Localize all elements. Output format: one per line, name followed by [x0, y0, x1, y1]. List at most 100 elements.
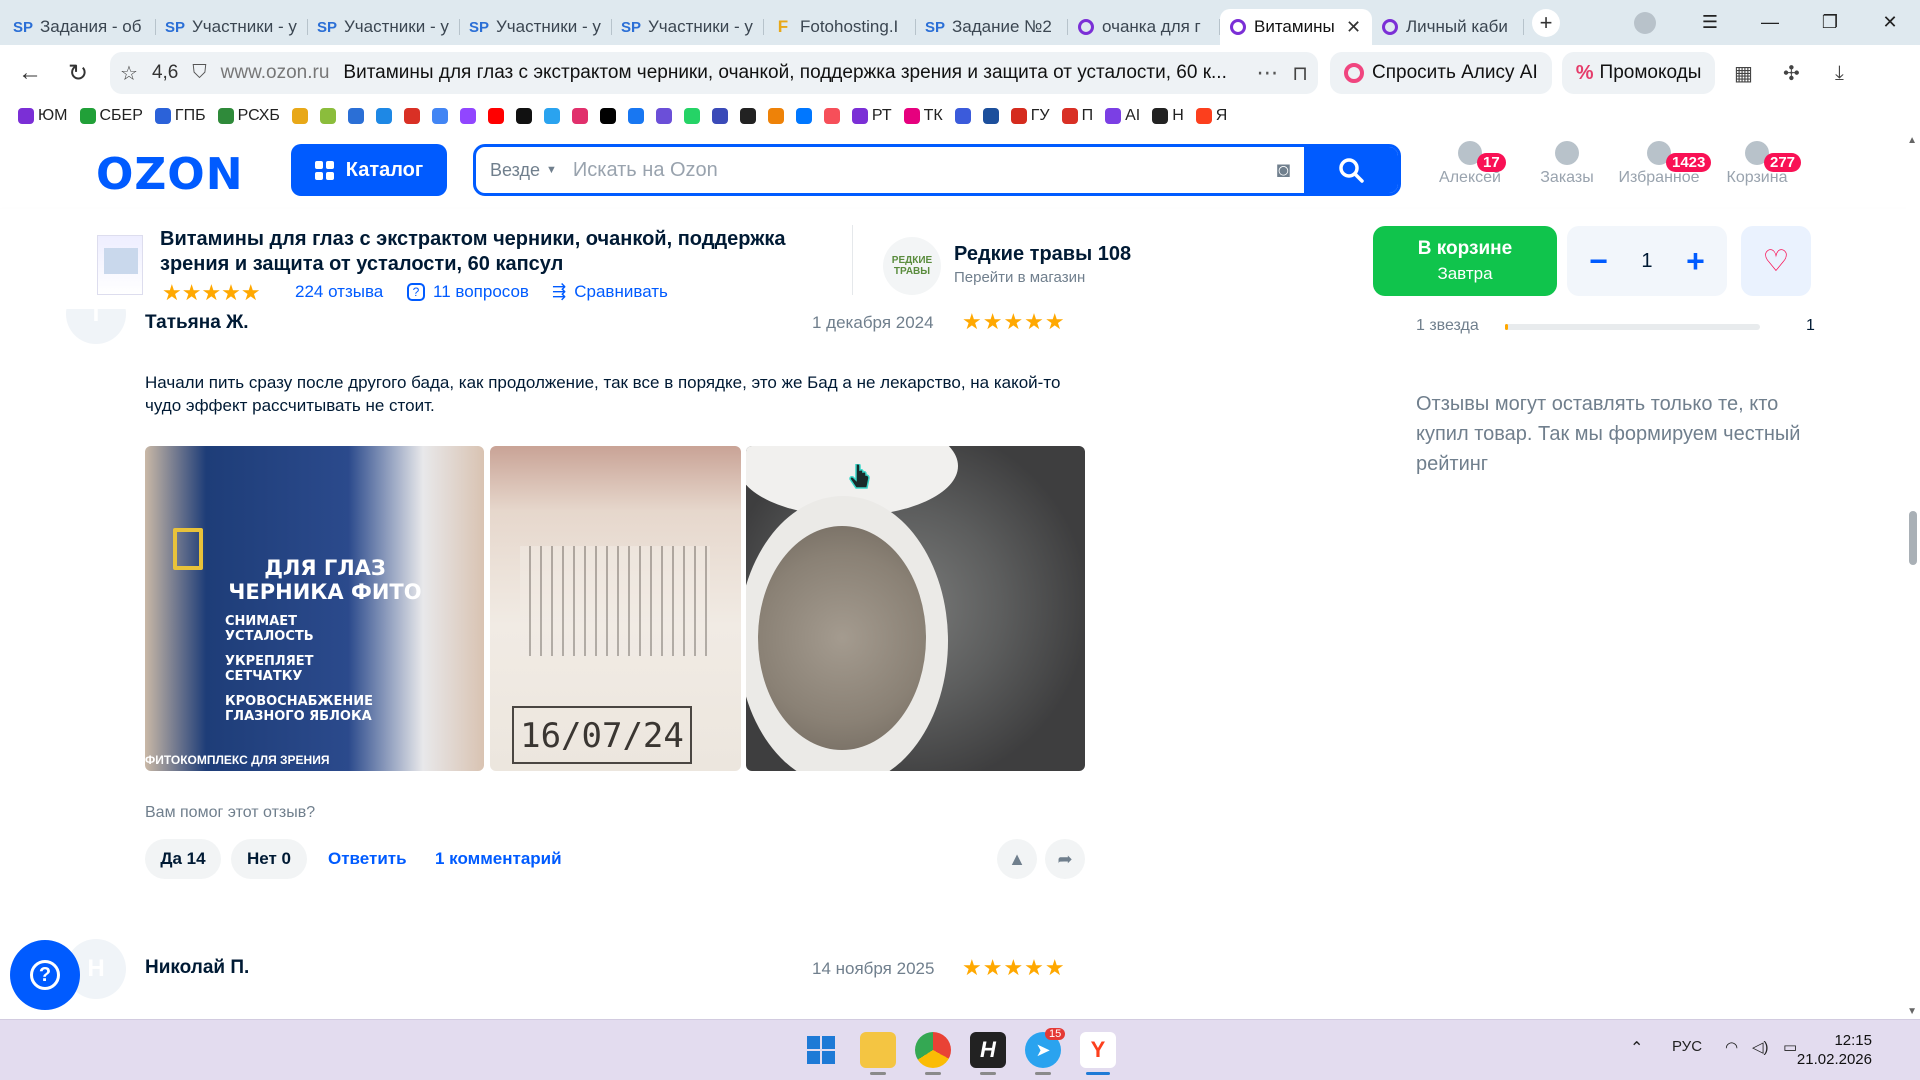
bookmark-item[interactable] — [487, 108, 504, 124]
bookmark-item[interactable]: РСХБ — [217, 107, 280, 125]
header-cart-button[interactable]: Корзина 277 — [1712, 141, 1802, 187]
reply-link[interactable]: Ответить — [328, 849, 407, 869]
ask-alice-button[interactable]: Спросить Алису AI — [1330, 52, 1552, 94]
minimize-icon[interactable]: — — [1740, 12, 1800, 33]
bookmark-item[interactable] — [627, 108, 644, 124]
menu-icon[interactable]: ☰ — [1680, 12, 1740, 33]
bookmark-item[interactable]: СБЕР — [79, 107, 143, 125]
tray-chevron-icon[interactable]: ⌃ — [1630, 1038, 1643, 1058]
search-button[interactable] — [1304, 147, 1398, 193]
search-input[interactable] — [572, 158, 1277, 182]
shop-logo[interactable]: РЕДКИЕ ТРАВЫ — [883, 237, 941, 295]
bookmark-item[interactable] — [739, 108, 756, 124]
extensions-icon[interactable]: ✣ — [1771, 61, 1811, 86]
ozon-logo[interactable]: OZON — [96, 149, 244, 200]
browser-tab[interactable]: SP Участники - у — [612, 9, 764, 45]
helpful-yes-button[interactable]: Да 14 — [145, 839, 221, 879]
shop-name[interactable]: Редкие травы 108 — [954, 243, 1131, 266]
promocodes-button[interactable]: % Промокоды — [1561, 52, 1716, 94]
browser-tab[interactable]: Витамины ✕ — [1220, 9, 1372, 45]
reviews-count-link[interactable]: 224 отзыва — [295, 282, 383, 302]
hitman-app-icon[interactable]: H — [970, 1032, 1006, 1068]
search-scope-select[interactable]: Везде ▼ — [476, 160, 573, 181]
bookmark-item[interactable] — [347, 108, 364, 124]
windows-start-icon[interactable] — [803, 1032, 839, 1068]
report-icon[interactable]: ▲ — [997, 839, 1037, 879]
bookmark-item[interactable] — [823, 108, 840, 124]
header-profile-button[interactable]: Алексей 17 — [1425, 141, 1515, 187]
browser-app-icon[interactable] — [915, 1032, 951, 1068]
star-icon[interactable]: ☆ — [120, 61, 138, 86]
scroll-up-icon[interactable]: ▲ — [1907, 135, 1917, 146]
browser-tab[interactable]: SP Участники - у — [460, 9, 612, 45]
language-indicator[interactable]: РУС — [1672, 1038, 1702, 1055]
bookmark-item[interactable]: AI — [1105, 107, 1140, 125]
bookmark-item[interactable] — [795, 108, 812, 124]
bookmark-item[interactable] — [683, 108, 700, 124]
bookmark-item[interactable] — [375, 108, 392, 124]
bookmark-icon[interactable]: ⊓ — [1292, 61, 1308, 86]
review-photo[interactable]: ДЛЯ ГЛАЗ ЧЕРНИКА ФИТО СНИМАЕТ УСТАЛОСТЬ … — [145, 446, 484, 771]
bookmark-item[interactable]: ГУ — [1010, 107, 1050, 125]
questions-link[interactable]: ? 11 вопросов — [407, 282, 529, 302]
browser-tab[interactable]: SP Участники - у — [308, 9, 460, 45]
bookmark-item[interactable] — [459, 108, 476, 124]
camera-icon[interactable]: ◙ — [1277, 157, 1290, 183]
header-favorites-button[interactable]: Избранное 1423 — [1614, 141, 1712, 187]
bookmark-item[interactable]: П — [1061, 107, 1093, 125]
decrease-button[interactable]: − — [1578, 243, 1618, 280]
bookmark-item[interactable] — [515, 108, 532, 124]
catalog-button[interactable]: Каталог — [291, 144, 447, 196]
bookmark-item[interactable] — [711, 108, 728, 124]
bookmark-item[interactable] — [767, 108, 784, 124]
bookmark-item[interactable]: Н — [1152, 107, 1184, 125]
wifi-icon[interactable]: ◠ — [1725, 1038, 1738, 1056]
browser-tab[interactable]: очанка для г — [1068, 9, 1220, 45]
battery-icon[interactable]: ▭ — [1783, 1038, 1797, 1056]
yandex-browser-icon[interactable]: Y — [1080, 1032, 1116, 1068]
bookmark-item[interactable]: Я — [1195, 107, 1227, 125]
browser-tab[interactable]: SP Участники - у — [156, 9, 308, 45]
comments-link[interactable]: 1 комментарий — [435, 849, 562, 869]
scroll-down-icon[interactable]: ▼ — [1907, 1006, 1917, 1017]
more-icon[interactable]: ⋯ — [1256, 60, 1278, 86]
system-clock[interactable]: 12:15 21.02.2026 — [1797, 1031, 1872, 1069]
share-icon[interactable]: ➦ — [1045, 839, 1085, 879]
bookmark-item[interactable]: ТК — [903, 107, 943, 125]
scroll-thumb[interactable] — [1909, 511, 1917, 565]
volume-icon[interactable]: ◁) — [1752, 1038, 1769, 1056]
bookmark-item[interactable] — [655, 108, 672, 124]
page-scrollbar[interactable]: ▲ ▼ — [1906, 131, 1920, 1019]
url-field[interactable]: ☆ 4,6 ⛉ www.ozon.ru Витамины для глаз с … — [110, 52, 1318, 94]
file-explorer-icon[interactable] — [860, 1032, 896, 1068]
shield-icon[interactable]: ⛉ — [192, 62, 206, 84]
bookmark-item[interactable] — [571, 108, 588, 124]
download-icon[interactable]: ⤓ — [1819, 62, 1859, 85]
review-photo[interactable]: 16/07/24 — [490, 446, 741, 771]
close-window-icon[interactable]: ✕ — [1860, 12, 1920, 33]
compare-link[interactable]: ⇶ Сравнивать — [552, 282, 668, 302]
favorite-button[interactable]: ♡ — [1741, 226, 1811, 296]
go-to-shop-link[interactable]: Перейти в магазин — [954, 269, 1085, 286]
profile-icon[interactable] — [1634, 11, 1656, 34]
bookmark-item[interactable] — [599, 108, 616, 124]
close-tab-icon[interactable]: ✕ — [1346, 17, 1362, 38]
browser-tab[interactable]: F Fotohosting.I — [764, 9, 916, 45]
review-photo[interactable] — [746, 446, 1085, 771]
product-thumbnail[interactable] — [97, 235, 143, 295]
bookmark-item[interactable]: ГПБ — [154, 107, 206, 125]
increase-button[interactable]: + — [1676, 243, 1716, 280]
bookmark-item[interactable] — [543, 108, 560, 124]
bookmark-item[interactable] — [431, 108, 448, 124]
browser-tab[interactable]: Личный каби — [1372, 9, 1524, 45]
header-orders-button[interactable]: Заказы — [1522, 141, 1612, 187]
help-button[interactable]: ? — [10, 940, 80, 1010]
bookmark-item[interactable]: ЮМ — [18, 107, 68, 125]
restore-icon[interactable]: ❐ — [1800, 12, 1860, 33]
image-extension-icon[interactable]: ▦ — [1723, 61, 1763, 86]
bookmark-item[interactable]: РТ — [851, 107, 892, 125]
browser-tab[interactable]: SP Задание №2 — [916, 9, 1068, 45]
in-cart-button[interactable]: В корзине Завтра — [1373, 226, 1557, 296]
product-title[interactable]: Витамины для глаз с экстрактом черники, … — [160, 227, 840, 277]
reload-icon[interactable]: ↻ — [60, 55, 96, 91]
